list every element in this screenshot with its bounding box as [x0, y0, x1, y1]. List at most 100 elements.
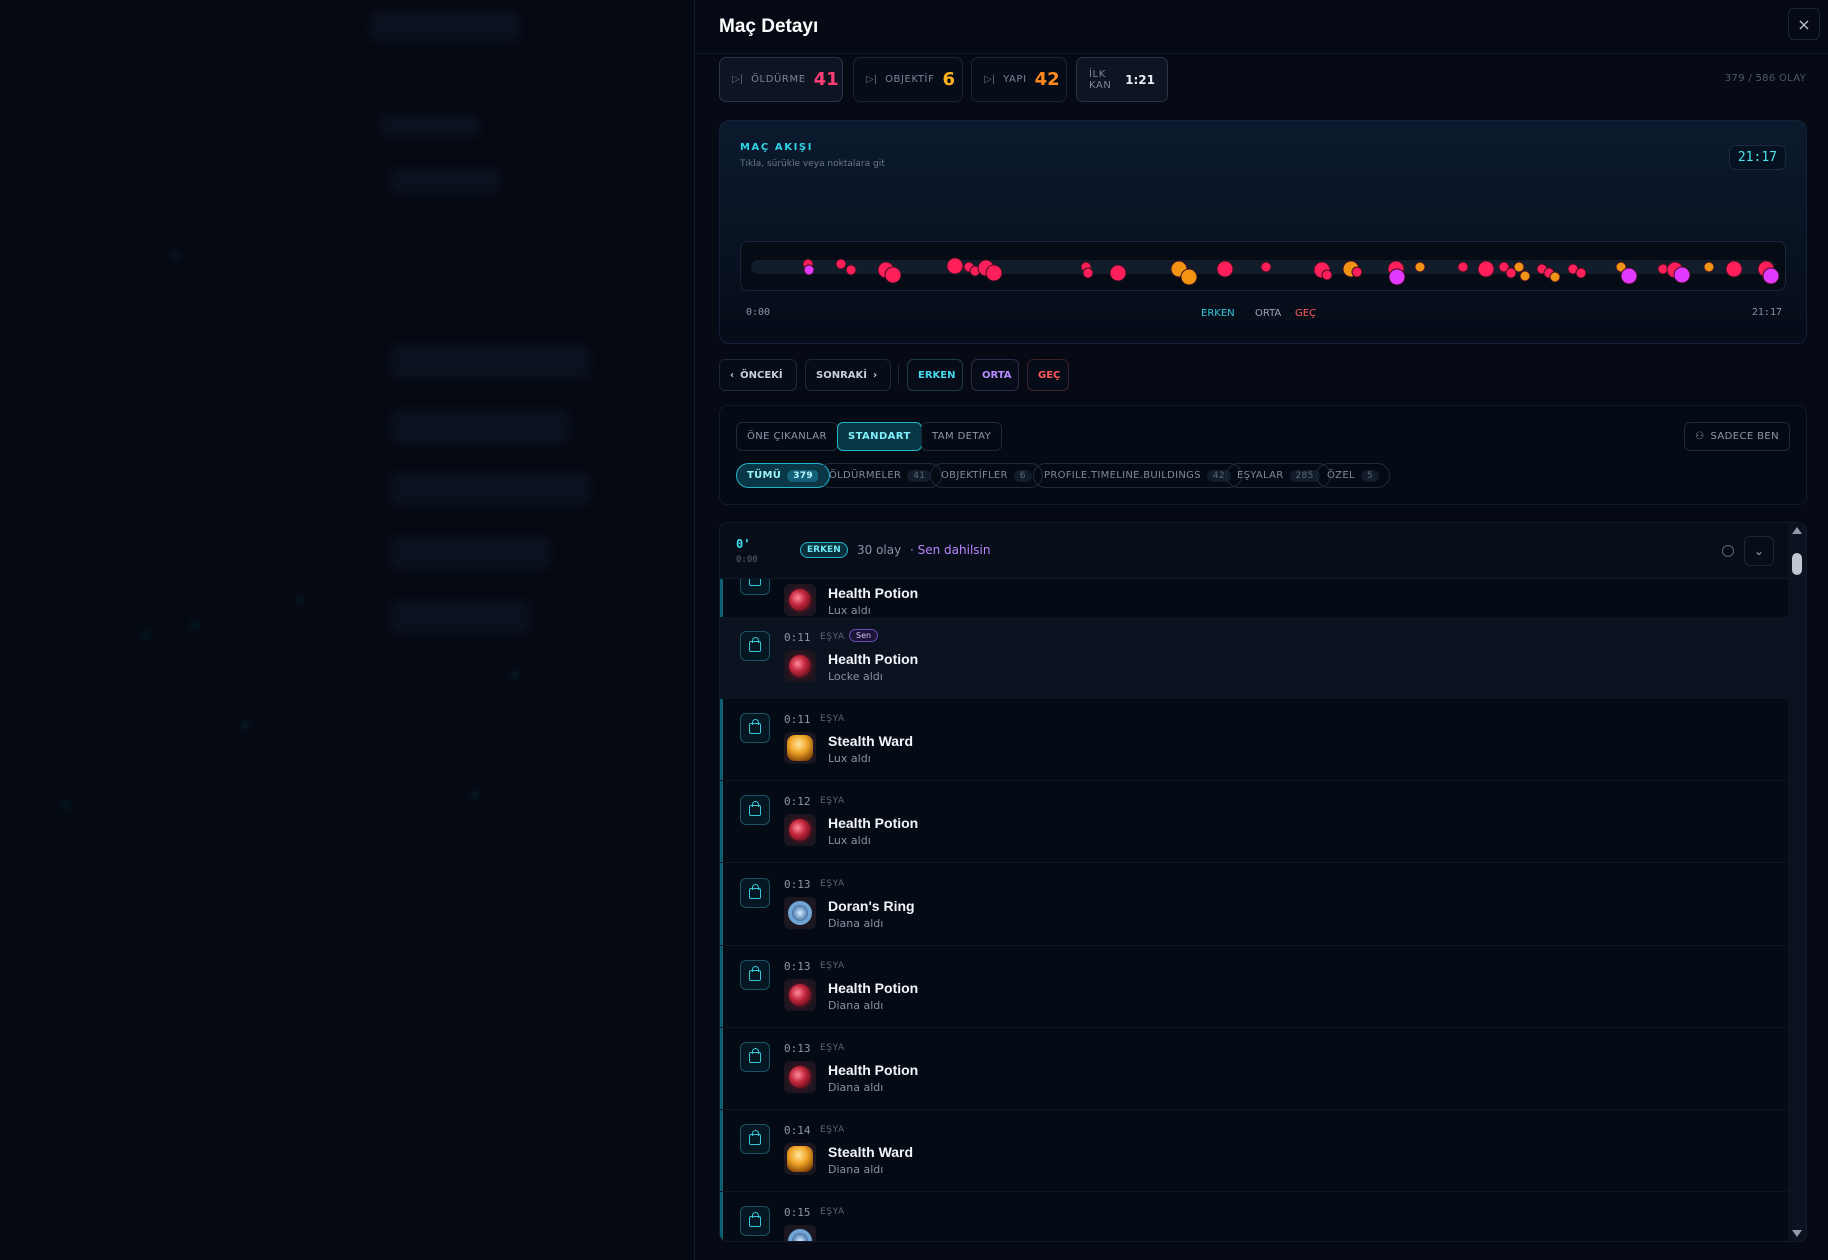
- stat-kills[interactable]: ▷| ÖLDÜRME 41: [719, 57, 843, 102]
- timeline-event-dot[interactable]: [985, 264, 1003, 282]
- match-detail-panel: Maç Detayı × ▷| ÖLDÜRME 41 ▷| OBJEKTİF 6…: [694, 0, 1828, 1260]
- view-standard[interactable]: STANDART: [837, 422, 922, 451]
- collapse-button[interactable]: ⌄: [1744, 536, 1774, 566]
- events-count: 379 / 586 OLAY: [1724, 73, 1806, 84]
- timeline-event-dot[interactable]: [1762, 267, 1780, 285]
- timeline-event-dot[interactable]: [1457, 261, 1469, 273]
- phase-button-early[interactable]: ERKEN: [907, 359, 963, 391]
- timeline-event-dot[interactable]: [803, 264, 815, 276]
- timeline-event-dot[interactable]: [1351, 266, 1363, 278]
- timeline-event-dot[interactable]: [835, 258, 847, 270]
- event-row[interactable]: 0:11 EŞYA Stealth Ward Lux aldı: [720, 699, 1788, 781]
- timeline-event-dot[interactable]: [1673, 266, 1691, 284]
- next-button[interactable]: SONRAKİ ›: [805, 359, 891, 391]
- filter-all[interactable]: TÜMÜ 379: [736, 463, 830, 488]
- stat-first-blood[interactable]: İLK KAN 1:21: [1076, 57, 1168, 102]
- view-full-detail[interactable]: TAM DETAY: [921, 422, 1003, 451]
- chevron-left-icon: ‹: [730, 369, 735, 381]
- item-buyer: Lux aldı: [828, 604, 871, 617]
- timeline-track[interactable]: [740, 241, 1786, 291]
- prev-button[interactable]: ‹ ÖNCEKİ: [719, 359, 797, 391]
- event-type: EŞYA: [820, 961, 845, 971]
- timeline-event-dot[interactable]: [1657, 263, 1669, 275]
- event-row[interactable]: 0:13 EŞYA Health Potion Diana aldı: [720, 946, 1788, 1028]
- close-button[interactable]: ×: [1788, 8, 1820, 40]
- filter-label: TÜMÜ: [747, 470, 782, 481]
- phase-label-early: ERKEN: [1201, 308, 1235, 319]
- filter-objectives[interactable]: OBJEKTİFLER 6: [930, 463, 1043, 488]
- event-row[interactable]: 0:13 EŞYA Doran's Ring Diana aldı: [720, 864, 1788, 946]
- next-label: SONRAKİ: [816, 369, 867, 381]
- timeline-event-dot[interactable]: [1321, 269, 1333, 281]
- timeline-event-dot[interactable]: [845, 264, 857, 276]
- filter-items[interactable]: EŞYALAR 285: [1226, 463, 1331, 488]
- stat-objectives[interactable]: ▷| OBJEKTİF 6: [853, 57, 963, 102]
- filter-kills[interactable]: ÖLDÜRMELER 41: [818, 463, 943, 488]
- ring-icon: [784, 1225, 816, 1241]
- timeline-event-dot[interactable]: [1549, 271, 1561, 283]
- scroll-down-icon[interactable]: [1792, 1230, 1802, 1237]
- only-me-label: SADECE BEN: [1710, 431, 1779, 442]
- event-time: 0:13: [784, 960, 811, 973]
- only-me-button[interactable]: ⚇ SADECE BEN: [1684, 422, 1790, 451]
- view-highlights[interactable]: ÖNE ÇIKANLAR: [736, 422, 838, 451]
- flow-subtitle: Tıkla, sürükle veya noktalara git: [740, 159, 885, 169]
- timeline-event-dot[interactable]: [884, 266, 902, 284]
- event-list[interactable]: 0' 0:00 ERKEN 30 olay · Sen dahilsin ⌄ H…: [719, 522, 1807, 1242]
- chevron-right-icon: ›: [872, 369, 878, 381]
- flow-title: MAÇ AKIŞI: [740, 142, 814, 153]
- timeline-event-dot[interactable]: [1109, 264, 1127, 282]
- timeline-event-dot[interactable]: [946, 257, 964, 275]
- stat-buildings[interactable]: ▷| YAPI 42: [971, 57, 1067, 102]
- timeline-event-dot[interactable]: [1414, 261, 1426, 273]
- phase-label-mid: ORTA: [1255, 308, 1282, 319]
- event-type: EŞYA: [820, 1125, 845, 1135]
- item-name: Health Potion: [828, 651, 919, 667]
- timeline-dots[interactable]: [741, 242, 1787, 292]
- timeline-event-dot[interactable]: [1513, 261, 1525, 273]
- item-buyer: Diana aldı: [828, 999, 884, 1012]
- scroll-up-icon[interactable]: [1792, 527, 1802, 534]
- stat-label: YAPI: [1003, 74, 1027, 85]
- timeline-event-dot[interactable]: [1216, 260, 1234, 278]
- phase-button-mid[interactable]: ORTA: [971, 359, 1019, 391]
- item-buyer: Lux aldı: [828, 834, 871, 847]
- event-row[interactable]: 0:14 EŞYA Stealth Ward Diana aldı: [720, 1110, 1788, 1192]
- filter-count: 6: [1013, 469, 1032, 482]
- scroll-thumb[interactable]: [1792, 553, 1802, 575]
- item-name: Stealth Ward: [828, 733, 914, 749]
- group-event-count: 30 olay: [857, 543, 902, 557]
- filter-custom[interactable]: ÖZEL 5: [1316, 463, 1390, 488]
- event-row[interactable]: 0:12 EŞYA Health Potion Lux aldı: [720, 781, 1788, 863]
- ring-icon: [784, 897, 816, 929]
- filter-card: ÖNE ÇIKANLAR STANDART TAM DETAY ⚇ SADECE…: [719, 405, 1807, 505]
- item-bag-icon: [740, 1042, 770, 1072]
- scrollbar[interactable]: [1788, 523, 1806, 1241]
- timeline-event-dot[interactable]: [1620, 267, 1638, 285]
- timeline-event-dot[interactable]: [1180, 268, 1198, 286]
- timeline-event-dot[interactable]: [1575, 267, 1587, 279]
- filter-count: 41: [907, 469, 932, 482]
- event-row[interactable]: 0:11 EŞYA Sen Health Potion Locke aldı: [720, 617, 1788, 699]
- item-buyer: Locke aldı: [828, 670, 883, 683]
- phase-button-late[interactable]: GEÇ: [1027, 359, 1069, 391]
- timeline-event-dot[interactable]: [1388, 268, 1406, 286]
- event-time: 0:11: [784, 631, 811, 644]
- timeline-event-dot[interactable]: [1477, 260, 1495, 278]
- timeline-event-dot[interactable]: [1519, 270, 1531, 282]
- chevron-down-icon: ⌄: [1753, 544, 1765, 558]
- timeline-event-dot[interactable]: [1725, 260, 1743, 278]
- event-row[interactable]: 0:13 EŞYA Health Potion Diana aldı: [720, 1028, 1788, 1110]
- axis-end: 21:17: [1751, 307, 1782, 318]
- group-header[interactable]: 0' 0:00 ERKEN 30 olay · Sen dahilsin ⌄: [720, 523, 1788, 579]
- event-row[interactable]: 0:15 EŞYA: [720, 1192, 1788, 1241]
- timeline-event-dot[interactable]: [1082, 267, 1094, 279]
- filter-label: EŞYALAR: [1237, 470, 1284, 481]
- stat-value: 42: [1034, 69, 1060, 90]
- timeline-event-dot[interactable]: [1260, 261, 1272, 273]
- circle-icon[interactable]: [1722, 545, 1734, 557]
- ward-icon: [784, 732, 816, 764]
- event-rows: Health Potion Lux aldı 0:11 EŞYA Sen Health P…: [720, 579, 1788, 1241]
- filter-buildings[interactable]: PROFILE.TIMELINE.BUILDINGS 42: [1033, 463, 1242, 488]
- timeline-event-dot[interactable]: [1703, 261, 1715, 273]
